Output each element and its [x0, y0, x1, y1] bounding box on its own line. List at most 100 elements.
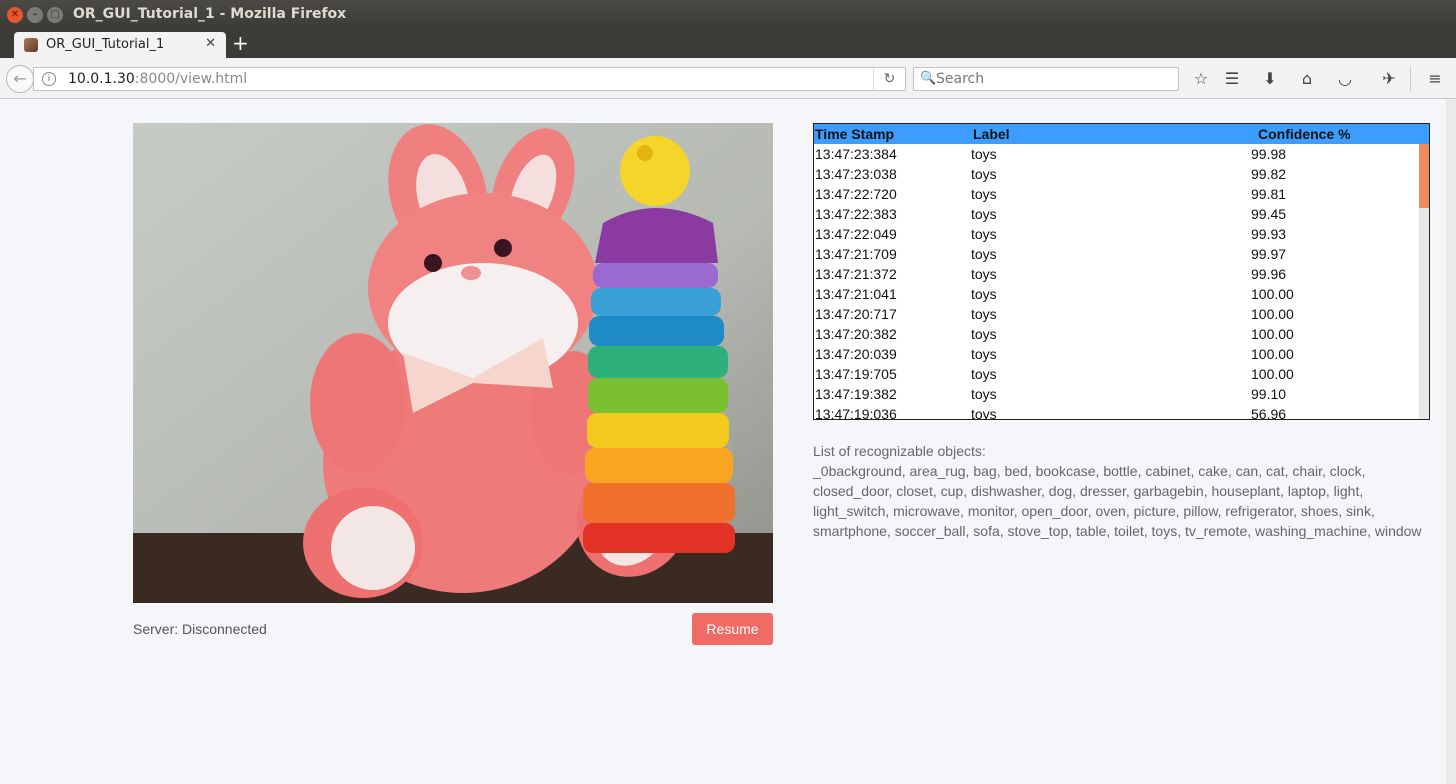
- cell-label: toys: [971, 366, 997, 382]
- cell-confidence: 100.00: [1251, 306, 1294, 322]
- table-row: 13:47:19:382 toys 99.10: [814, 384, 1419, 404]
- header-timestamp: Time Stamp: [815, 126, 895, 142]
- header-confidence: Confidence %: [1258, 126, 1351, 142]
- table-row: 13:47:23:038 toys 99.82: [814, 164, 1419, 184]
- camera-feed-image: [133, 123, 773, 603]
- cell-confidence: 100.00: [1251, 346, 1294, 362]
- cell-label: toys: [971, 306, 997, 322]
- url-path: :8000/view.html: [134, 71, 248, 87]
- table-row: 13:47:20:039 toys 100.00: [814, 344, 1419, 364]
- cell-timestamp: 13:47:19:036: [815, 406, 897, 419]
- reload-icon[interactable]: ↻: [873, 68, 905, 90]
- cell-timestamp: 13:47:20:039: [815, 346, 897, 362]
- url-text[interactable]: 10.0.1.30:8000/view.html: [68, 71, 247, 87]
- table-row: 13:47:22:720 toys 99.81: [814, 184, 1419, 204]
- cell-confidence: 56.96: [1251, 406, 1287, 419]
- objects-list: _0background, area_rug, bag, bed, bookca…: [813, 463, 1422, 539]
- cell-label: toys: [971, 246, 997, 262]
- url-bar[interactable]: i 10.0.1.30:8000/view.html ↻: [33, 67, 906, 91]
- table-row: 13:47:22:383 toys 99.45: [814, 204, 1419, 224]
- table-header: Time Stamp Label Confidence %: [814, 124, 1429, 144]
- reader-list-icon[interactable]: ☰: [1221, 68, 1243, 90]
- site-info-icon[interactable]: i: [42, 72, 56, 86]
- cell-timestamp: 13:47:22:720: [815, 186, 897, 202]
- objects-title: List of recognizable objects:: [813, 443, 986, 459]
- camera-frame-photo: [133, 123, 773, 603]
- cell-label: toys: [971, 286, 997, 302]
- cell-label: toys: [971, 186, 997, 202]
- table-row: 13:47:20:382 toys 100.00: [814, 324, 1419, 344]
- cell-confidence: 99.97: [1251, 246, 1287, 262]
- cell-timestamp: 13:47:21:372: [815, 266, 897, 282]
- tab-strip: OR_GUI_Tutorial_1 ✕ +: [0, 30, 1456, 58]
- cell-timestamp: 13:47:19:705: [815, 366, 897, 382]
- cell-confidence: 99.45: [1251, 206, 1287, 222]
- cell-confidence: 100.00: [1251, 326, 1294, 342]
- recognizable-objects: List of recognizable objects: _0backgrou…: [813, 441, 1443, 541]
- search-icon: 🔍: [920, 71, 937, 86]
- cell-confidence: 99.82: [1251, 166, 1287, 182]
- cell-timestamp: 13:47:22:383: [815, 206, 897, 222]
- cell-timestamp: 13:47:23:384: [815, 146, 897, 162]
- favicon-icon: [24, 38, 38, 52]
- tab-label: OR_GUI_Tutorial_1: [46, 37, 165, 52]
- table-row: 13:47:22:049 toys 99.93: [814, 224, 1419, 244]
- table-scrollbar[interactable]: [1419, 144, 1429, 419]
- cell-confidence: 99.10: [1251, 386, 1287, 402]
- table-scrollbar-thumb[interactable]: [1419, 144, 1429, 208]
- table-row: 13:47:20:717 toys 100.00: [814, 304, 1419, 324]
- cell-label: toys: [971, 206, 997, 222]
- window-minimize-icon[interactable]: –: [27, 7, 43, 23]
- toolbar-separator: [1410, 66, 1411, 92]
- detections-table: Time Stamp Label Confidence % 13:47:23:3…: [813, 123, 1430, 420]
- cell-timestamp: 13:47:22:049: [815, 226, 897, 242]
- cell-timestamp: 13:47:23:038: [815, 166, 897, 182]
- cell-timestamp: 13:47:20:717: [815, 306, 897, 322]
- search-bar[interactable]: 🔍: [913, 67, 1179, 91]
- cell-timestamp: 13:47:20:382: [815, 326, 897, 342]
- menu-icon[interactable]: ≡: [1424, 68, 1446, 90]
- header-label: Label: [973, 126, 1010, 142]
- table-row: 13:47:21:041 toys 100.00: [814, 284, 1419, 304]
- pocket-icon[interactable]: ◡: [1334, 68, 1356, 90]
- window-title: OR_GUI_Tutorial_1 - Mozilla Firefox: [73, 6, 347, 22]
- cell-label: toys: [971, 166, 997, 182]
- cell-label: toys: [971, 346, 997, 362]
- window-maximize-icon[interactable]: □: [47, 7, 63, 23]
- cell-confidence: 99.98: [1251, 146, 1287, 162]
- cell-label: toys: [971, 226, 997, 242]
- navigation-bar: i 10.0.1.30:8000/view.html ↻ ← 🔍 ☆ ☰ ⬇ ⌂…: [0, 58, 1456, 99]
- cell-confidence: 99.81: [1251, 186, 1287, 202]
- cell-confidence: 100.00: [1251, 286, 1294, 302]
- table-row: 13:47:21:709 toys 99.97: [814, 244, 1419, 264]
- table-row: 13:47:19:705 toys 100.00: [814, 364, 1419, 384]
- page-scrollbar[interactable]: [1446, 99, 1456, 784]
- window-close-icon[interactable]: ✕: [7, 7, 23, 23]
- table-row: 13:47:23:384 toys 99.98: [814, 144, 1419, 164]
- cell-timestamp: 13:47:21:709: [815, 246, 897, 262]
- window-titlebar: ✕ – □ OR_GUI_Tutorial_1 - Mozilla Firefo…: [0, 0, 1456, 30]
- cell-label: toys: [971, 406, 997, 419]
- table-row: 13:47:21:372 toys 99.96: [814, 264, 1419, 284]
- server-status-text: Server: Disconnected: [133, 621, 267, 637]
- cell-confidence: 99.96: [1251, 266, 1287, 282]
- table-row: 13:47:19:036 toys 56.96: [814, 404, 1419, 419]
- back-button-icon[interactable]: ←: [6, 65, 34, 93]
- search-input[interactable]: [936, 70, 1172, 88]
- resume-button[interactable]: Resume: [692, 613, 773, 645]
- cell-label: toys: [971, 146, 997, 162]
- tab-or-gui-tutorial[interactable]: OR_GUI_Tutorial_1 ✕: [14, 32, 226, 58]
- bookmark-star-icon[interactable]: ☆: [1190, 68, 1212, 90]
- cell-timestamp: 13:47:21:041: [815, 286, 897, 302]
- cell-timestamp: 13:47:19:382: [815, 386, 897, 402]
- url-host: 10.0.1.30: [68, 71, 135, 87]
- cell-label: toys: [971, 266, 997, 282]
- tab-close-icon[interactable]: ✕: [205, 36, 216, 51]
- new-tab-icon[interactable]: +: [232, 32, 249, 54]
- downloads-icon[interactable]: ⬇: [1259, 68, 1281, 90]
- cell-confidence: 100.00: [1251, 366, 1294, 382]
- home-icon[interactable]: ⌂: [1296, 68, 1318, 90]
- extension-icon[interactable]: ✈: [1372, 68, 1406, 90]
- table-body[interactable]: 13:47:23:384 toys 99.98 13:47:23:038 toys 99.…: [814, 144, 1419, 419]
- cell-label: toys: [971, 386, 997, 402]
